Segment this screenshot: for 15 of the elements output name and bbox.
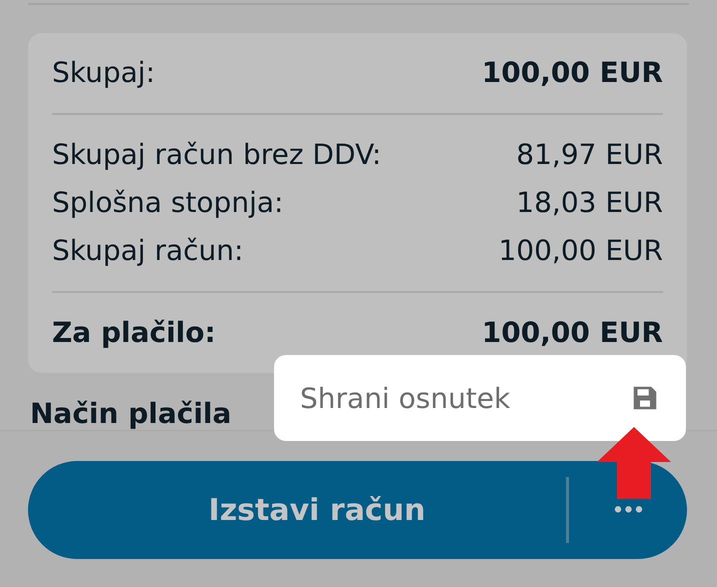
menu-item-label: Shrani osnutek: [300, 382, 510, 414]
summary-label: Za plačilo:: [52, 315, 216, 351]
summary-amount: 81,97 EUR: [516, 137, 663, 173]
summary-label: Skupaj račun:: [52, 233, 244, 269]
summary-amount: 18,03 EUR: [516, 185, 663, 221]
summary-amount: 100,00 EUR: [498, 233, 663, 269]
summary-label: Skupaj:: [52, 55, 156, 91]
summary-amount: 100,00 EUR: [482, 315, 663, 351]
summary-amount: 100,00 EUR: [482, 55, 663, 91]
summary-label: Skupaj račun brez DDV:: [52, 137, 382, 173]
menu-item[interactable]: Shrani osnutek: [274, 355, 686, 441]
more-button[interactable]: •••: [569, 500, 687, 520]
issue-invoice-button[interactable]: Izstavi račun •••: [28, 461, 687, 559]
section-heading: Način plačila: [30, 397, 232, 431]
summary-label: Splošna stopnja:: [52, 185, 284, 221]
